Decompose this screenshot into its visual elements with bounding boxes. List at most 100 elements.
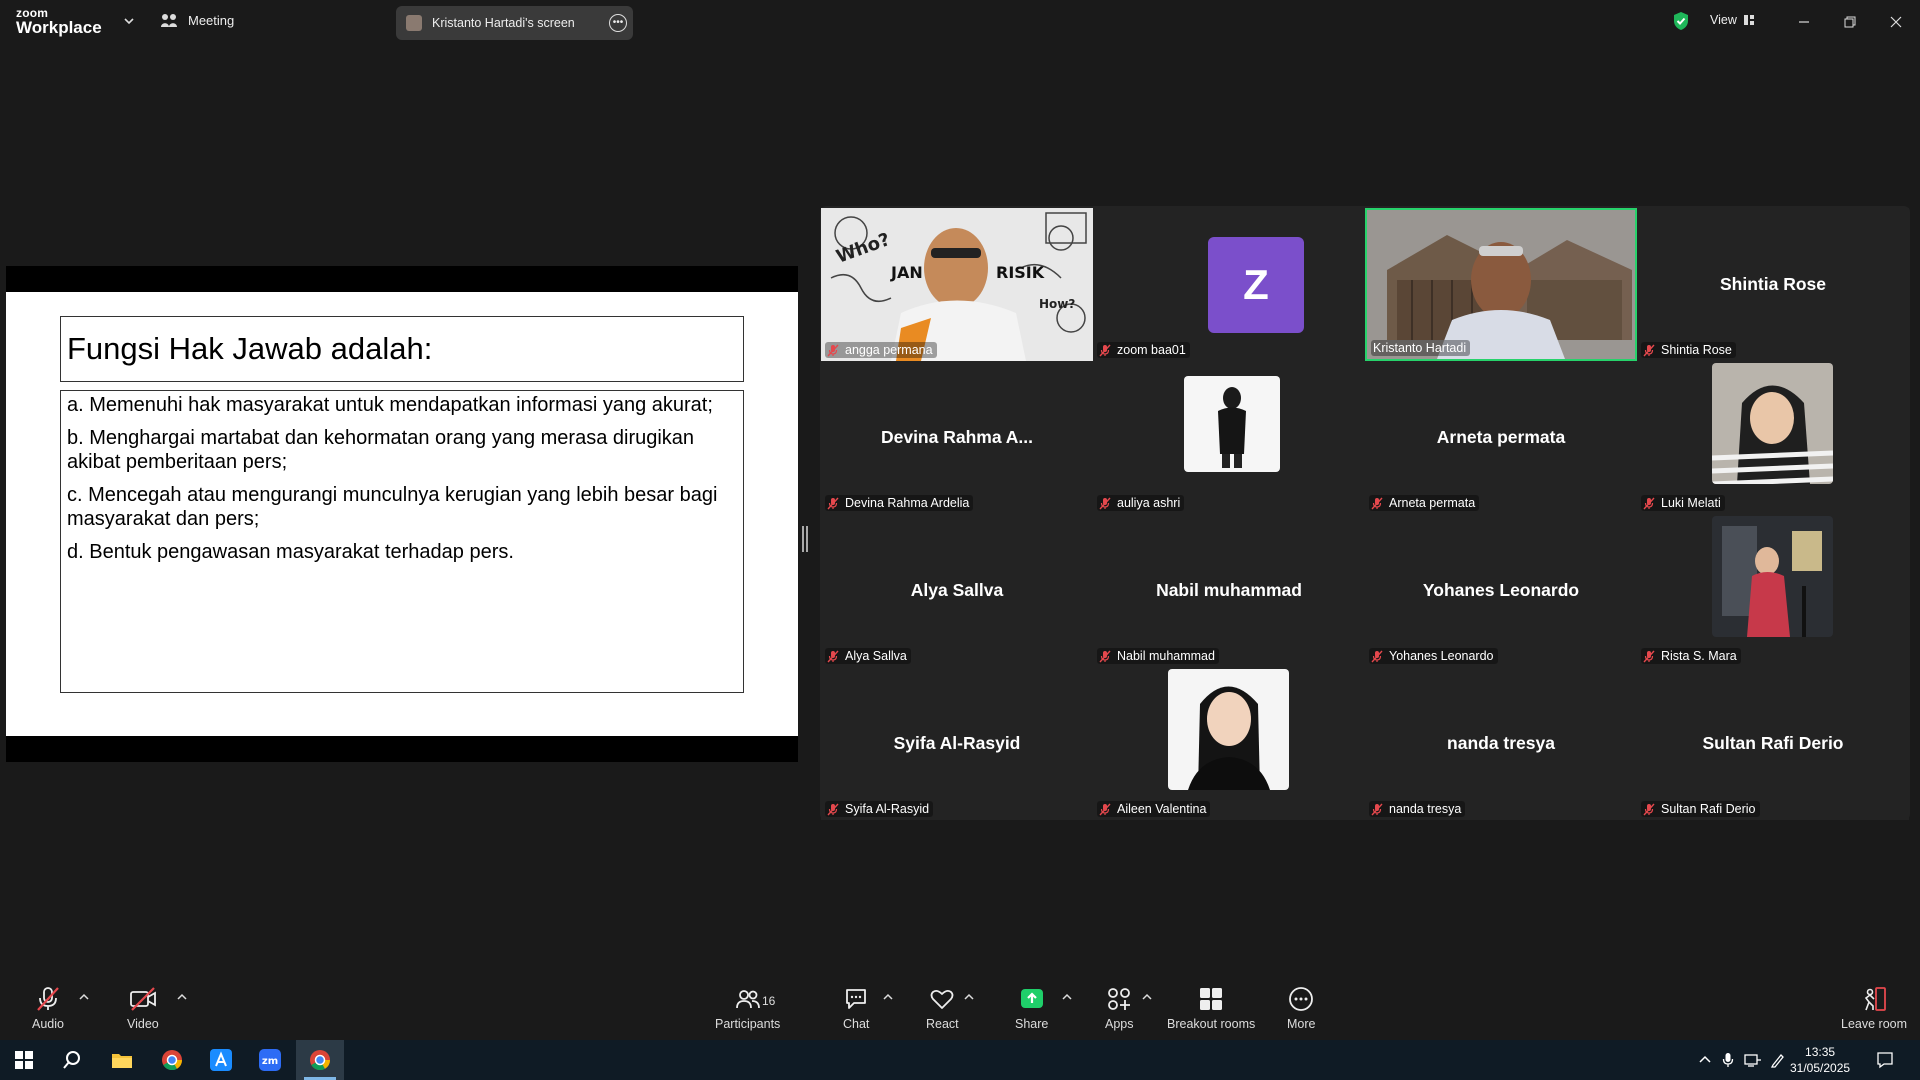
microphone-icon[interactable] [1722,1052,1734,1068]
apps-button[interactable]: Apps [1105,986,1134,1031]
close-button[interactable] [1876,8,1916,36]
participant-tile[interactable]: Nabil muhammad Nabil muhammad [1093,514,1365,667]
breakout-rooms-icon [1200,988,1223,1010]
react-options-chevron-icon[interactable] [963,992,975,1002]
chat-label: Chat [843,1017,870,1031]
participant-display-name: Devina Rahma A... [880,427,1034,447]
participant-display-name: Shintia Rose [1720,274,1826,294]
zoom-app-icon: zm [259,1049,281,1071]
participants-button[interactable]: Participants [715,986,780,1031]
participant-avatar: Z [1208,237,1304,333]
audio-button[interactable]: Audio [32,986,64,1031]
chat-options-chevron-icon[interactable] [882,992,894,1002]
chrome-icon [162,1050,183,1071]
participant-photo [1168,669,1289,790]
slide-item: d. Bentuk pengawasan masyarakat terhadap… [67,541,514,563]
muted-mic-icon [1643,497,1655,509]
participant-video [1367,210,1635,359]
participant-name-tag: Yohanes Leonardo [1369,648,1498,664]
participant-tile[interactable]: auliya ashri [1093,361,1365,514]
share-button[interactable]: Share [1015,986,1048,1031]
grid-view-icon [1743,15,1754,25]
chevron-down-icon[interactable] [122,14,136,28]
system-clock[interactable]: 13:35 31/05/2025 [1790,1044,1850,1076]
restore-button[interactable] [1830,8,1870,36]
share-options-chevron-icon[interactable] [1061,992,1073,1002]
view-menu[interactable]: View [1710,13,1755,27]
participant-tile[interactable]: Z zoom baa01 [1093,208,1365,361]
participants-label: Participants [715,1017,781,1031]
participant-name: Alya Sallva [845,649,907,663]
participant-name: nanda tresya [1389,802,1462,816]
folder-icon [112,1054,132,1068]
breakout-rooms-button[interactable]: Breakout rooms [1167,986,1255,1031]
participant-tile[interactable]: Sultan Rafi Derio Sultan Rafi Derio [1637,667,1909,820]
participant-tile[interactable]: Shintia Rose Shintia Rose [1637,208,1909,361]
participant-name: Arneta permata [1389,496,1476,510]
muted-mic-icon [827,650,839,662]
start-button[interactable] [0,1040,48,1080]
participant-name: Aileen Valentina [1117,802,1207,816]
minimize-icon [1799,21,1809,23]
participant-name: Shintia Rose [1661,343,1732,357]
slide-item: a. Memenuhi hak masyarakat untuk mendapa… [67,394,713,416]
participant-tile-active-speaker[interactable]: Kristanto Hartadi [1365,208,1637,361]
participant-tile[interactable]: Devina Rahma A... Devina Rahma Ardelia [821,361,1093,514]
participant-tile[interactable]: Alya Sallva Alya Sallva [821,514,1093,667]
network-icon[interactable] [1744,1052,1762,1068]
react-button[interactable]: React [926,986,959,1031]
taskbar-zoom[interactable]: zm [246,1040,294,1080]
participant-display-name: Nabil muhammad [1156,580,1302,600]
leave-room-button[interactable]: Leave room [1841,986,1907,1031]
participant-name-tag: Syifa Al-Rasyid [825,801,934,817]
participant-name-tag: Arneta permata [1369,495,1480,511]
shared-screen-indicator[interactable]: Kristanto Hartadi's screen ••• [396,6,633,40]
participant-tile[interactable]: nanda tresya nanda tresya [1365,667,1637,820]
participant-photo [1712,516,1833,637]
minimize-button[interactable] [1784,8,1824,36]
taskbar-chrome[interactable] [148,1040,196,1080]
svg-text:How?: How? [1039,297,1075,311]
breakout-rooms-label: Breakout rooms [1167,1017,1256,1031]
audio-options-chevron-icon[interactable] [78,992,90,1002]
close-icon [1890,16,1902,28]
participant-tile[interactable]: Aileen Valentina [1093,667,1365,820]
leave-room-label: Leave room [1841,1017,1908,1031]
participant-name: Rista S. Mara [1661,649,1737,663]
zoom-logo[interactable]: zoom Workplace [16,7,102,36]
participant-tile[interactable]: Luki Melati [1637,361,1909,514]
video-button[interactable]: Video [127,986,159,1031]
meeting-menu[interactable]: Meeting [160,12,234,28]
participant-tile[interactable]: Arneta permata Arneta permata [1365,361,1637,514]
participant-display-name: nanda tresya [1447,733,1555,753]
search-icon [63,1051,80,1069]
video-label: Video [127,1017,159,1031]
muted-mic-icon [827,344,839,356]
more-button[interactable]: More [1287,986,1315,1031]
participant-tile[interactable]: Who? How? JAN RISIK angga permana [821,208,1093,361]
split-resize-handle[interactable] [802,526,808,552]
participant-tile[interactable]: Rista S. Mara [1637,514,1909,667]
participant-name-tag: Luki Melati [1641,495,1725,511]
video-options-chevron-icon[interactable] [176,992,188,1002]
participant-name-tag: Aileen Valentina [1097,801,1211,817]
notifications-icon[interactable] [1876,1051,1894,1069]
apps-options-chevron-icon[interactable] [1141,992,1153,1002]
chevron-up-icon[interactable] [1698,1054,1712,1064]
search-button[interactable] [48,1040,96,1080]
participant-name: Sultan Rafi Derio [1661,802,1756,816]
taskbar-app-store[interactable] [197,1040,245,1080]
taskbar-file-explorer[interactable] [98,1040,146,1080]
taskbar-chrome-active[interactable] [296,1040,344,1080]
participant-name-tag: Devina Rahma Ardelia [825,495,974,511]
participant-tile[interactable]: Syifa Al-Rasyid Syifa Al-Rasyid [821,667,1093,820]
participant-display-name: Arneta permata [1436,427,1566,447]
apps-icon [1108,988,1131,1010]
participant-photo [1712,363,1833,484]
security-shield-icon[interactable] [1672,11,1690,31]
participant-tile[interactable]: Yohanes Leonardo Yohanes Leonardo [1365,514,1637,667]
chat-button[interactable]: Chat [843,986,869,1031]
more-options-icon[interactable]: ••• [609,14,627,32]
participant-name-tag: angga permana [825,342,937,358]
pen-icon[interactable] [1770,1052,1786,1068]
